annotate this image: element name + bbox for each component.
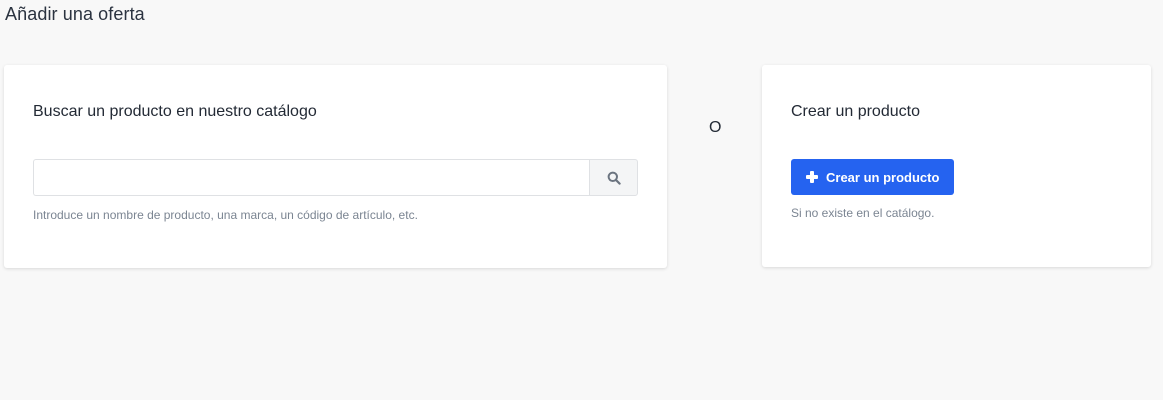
search-card-heading: Buscar un producto en nuestro catálogo [33, 103, 317, 120]
create-product-card: Crear un producto Crear un producto Si n… [762, 65, 1151, 267]
search-icon [607, 171, 621, 185]
plus-icon [806, 171, 818, 183]
page-title: Añadir una oferta [5, 4, 145, 24]
create-product-button-label: Crear un producto [826, 169, 940, 185]
product-search-input[interactable] [33, 159, 589, 196]
create-product-button[interactable]: Crear un producto [791, 159, 955, 195]
search-product-card: Buscar un producto en nuestro catálogo I… [4, 65, 667, 268]
create-hint: Si no existe en el catálogo. [791, 206, 935, 220]
or-separator: O [709, 119, 722, 136]
search-hint: Introduce un nombre de producto, una mar… [33, 208, 418, 222]
create-card-heading: Crear un producto [791, 103, 920, 120]
search-button[interactable] [589, 159, 638, 196]
search-bar [33, 159, 638, 196]
